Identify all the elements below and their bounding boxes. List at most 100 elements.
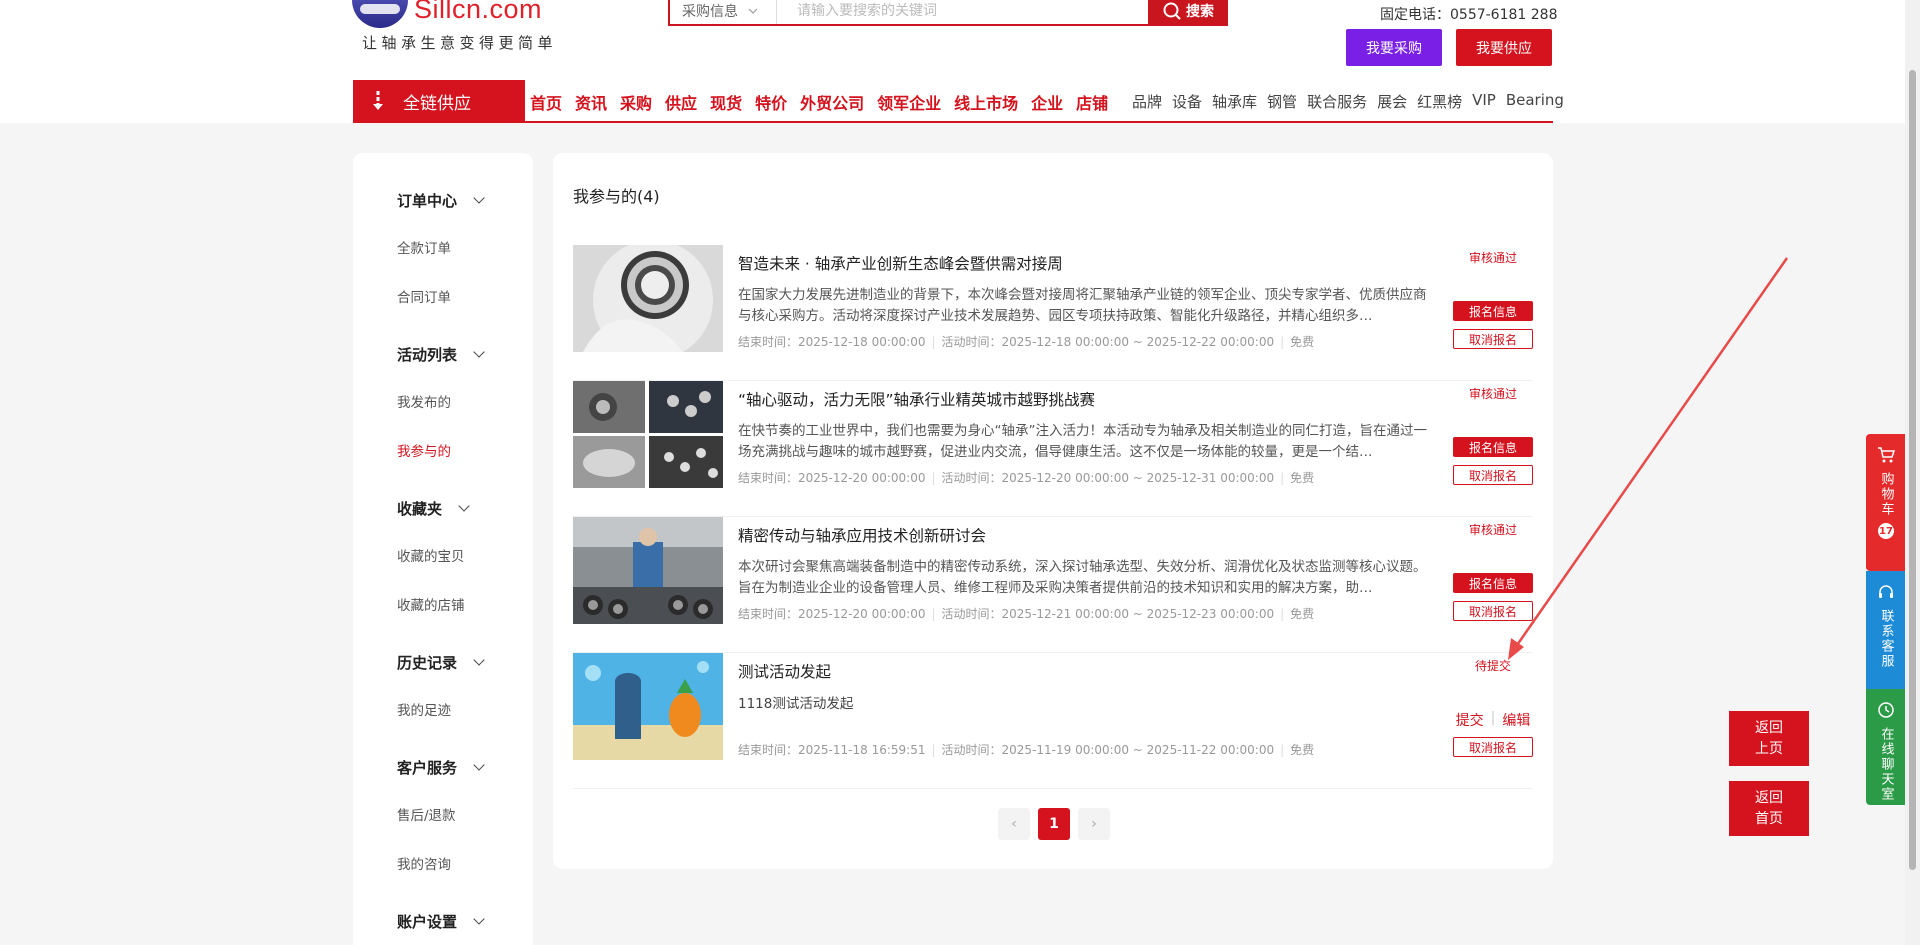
sidebar-title-account[interactable]: 账户设置: [353, 899, 533, 943]
activity-row: “轴心驱动，活力无限”轴承行业精英城市越野挑战赛 在快节奏的工业世界中，我们也需…: [573, 381, 1533, 517]
end-time-value: 2025-12-18 00:00:00: [798, 335, 926, 349]
page-scrollbar[interactable]: [1905, 0, 1920, 945]
nav-item-home[interactable]: 首页: [530, 90, 562, 114]
cancel-signup-button[interactable]: 取消报名: [1453, 601, 1533, 621]
nav-sub-bearing[interactable]: Bearing: [1506, 91, 1564, 112]
nav-sub-joint-service[interactable]: 联合服务: [1307, 91, 1367, 112]
sidebar-title-history[interactable]: 历史记录: [353, 640, 533, 684]
chat-room-button[interactable]: 在线聊天室: [1866, 689, 1906, 805]
activity-time-value: 2025-12-18 00:00:00 ~ 2025-12-22 00:00:0…: [1001, 335, 1275, 349]
nav-item-special[interactable]: 特价: [755, 90, 787, 114]
site-header: Sillcn.com 让轴承生意变得更简单 采购信息 搜索 固定电话：0557-…: [0, 0, 1920, 123]
scrollbar-thumb[interactable]: [1909, 70, 1916, 870]
back-prev-line1: 返回: [1755, 719, 1783, 736]
sidebar-item-footprint[interactable]: 我的足迹: [353, 684, 533, 733]
activity-time-label: 活动时间：: [941, 607, 1002, 621]
search-category-select[interactable]: 采购信息: [670, 0, 777, 24]
activity-title[interactable]: 测试活动发起: [738, 660, 831, 682]
cart-button[interactable]: 购物车 17: [1866, 434, 1906, 571]
cancel-signup-button[interactable]: 取消报名: [1453, 737, 1533, 757]
activity-meta: 结束时间：2025-12-20 00:00:00 | 活动时间：2025-12-21…: [738, 607, 1315, 621]
activity-thumbnail[interactable]: [573, 245, 723, 352]
activity-title[interactable]: 精密传动与轴承应用技术创新研讨会: [738, 524, 986, 546]
nav-item-leading[interactable]: 领军企业: [877, 90, 941, 114]
sidebar-title-orders[interactable]: 订单中心: [353, 178, 533, 222]
back-home-button[interactable]: 返回 首页: [1729, 781, 1809, 836]
activity-thumbnail[interactable]: [573, 653, 723, 760]
nav-sub-equipment[interactable]: 设备: [1172, 91, 1202, 112]
page-number-button[interactable]: 1: [1038, 808, 1070, 840]
nav-item-online-market[interactable]: 线上市场: [954, 90, 1018, 114]
site-slogan: 让轴承生意变得更简单: [362, 34, 558, 52]
nav-item-supply[interactable]: 供应: [665, 90, 697, 114]
next-page-button[interactable]: ›: [1078, 808, 1110, 840]
supply-button[interactable]: 我要供应: [1456, 29, 1552, 66]
sidebar-item-contract-orders[interactable]: 合同订单: [353, 271, 533, 320]
sidebar-title-favorites[interactable]: 收藏夹: [353, 486, 533, 530]
activity-meta: 结束时间：2025-12-18 00:00:00 | 活动时间：2025-12-18…: [738, 335, 1315, 349]
submit-link[interactable]: 提交: [1456, 710, 1484, 730]
fee-value: 免费: [1290, 743, 1315, 757]
fee-value: 免费: [1290, 607, 1315, 621]
sidebar-group-service: 客户服务 售后/退款 我的咨询: [353, 745, 533, 887]
search-input[interactable]: [777, 0, 1148, 24]
activity-title[interactable]: “轴心驱动，活力无限”轴承行业精英城市越野挑战赛: [738, 388, 1095, 410]
sidebar-group-orders: 订单中心 全款订单 合同订单: [353, 178, 533, 320]
search-icon: [1163, 2, 1181, 20]
prev-page-button[interactable]: ‹: [998, 808, 1030, 840]
buy-button[interactable]: 我要采购: [1346, 29, 1442, 66]
activity-time-label: 活动时间：: [941, 743, 1002, 757]
sidebar-item-published[interactable]: 我发布的: [353, 376, 533, 425]
nav-item-purchase[interactable]: 采购: [620, 90, 652, 114]
contact-phone: 固定电话：0557-6181 288: [1380, 7, 1558, 23]
edit-link[interactable]: 编辑: [1502, 710, 1530, 730]
cart-icon: [1878, 447, 1895, 463]
activity-desc: 1118测试活动发起: [738, 696, 854, 712]
sidebar-title-service[interactable]: 客户服务: [353, 745, 533, 789]
chevron-down-icon: [473, 192, 485, 204]
nav-item-stock[interactable]: 现货: [710, 90, 742, 114]
sidebar-item-participated[interactable]: 我参与的: [353, 425, 533, 474]
clock-icon: [1878, 702, 1894, 718]
activity-meta: 结束时间：2025-12-20 00:00:00 | 活动时间：2025-12-20…: [738, 471, 1315, 485]
nav-item-foreign-trade[interactable]: 外贸公司: [800, 90, 864, 114]
search-button[interactable]: 搜索: [1148, 0, 1228, 26]
nav-sub-expo[interactable]: 展会: [1377, 91, 1407, 112]
back-home-line1: 返回: [1755, 789, 1783, 806]
nav-sub-steel-pipe[interactable]: 钢管: [1267, 91, 1297, 112]
cancel-signup-button[interactable]: 取消报名: [1453, 329, 1533, 349]
nav-sub-vip[interactable]: VIP: [1472, 91, 1496, 112]
activity-row: 精密传动与轴承应用技术创新研讨会 本次研讨会聚焦高端装备制造中的精密传动系统，深…: [573, 517, 1533, 653]
activity-row: 智造未来 · 轴承产业创新生态峰会暨供需对接周 在国家大力发展先进制造业的背景下…: [573, 245, 1533, 381]
signup-info-button[interactable]: 报名信息: [1453, 301, 1533, 321]
activity-title[interactable]: 智造未来 · 轴承产业创新生态峰会暨供需对接周: [738, 252, 1063, 274]
signup-info-button[interactable]: 报名信息: [1453, 573, 1533, 593]
nav-item-shop[interactable]: 店铺: [1076, 90, 1108, 114]
sidebar-item-full-orders[interactable]: 全款订单: [353, 222, 533, 271]
customer-service-button[interactable]: 联系客服: [1866, 571, 1906, 689]
status-badge: 审核通过: [1468, 251, 1517, 265]
nav-item-enterprise[interactable]: 企业: [1031, 90, 1063, 114]
sidebar-title-activities[interactable]: 活动列表: [353, 332, 533, 376]
nav-item-news[interactable]: 资讯: [575, 90, 607, 114]
status-badge: 审核通过: [1468, 523, 1517, 537]
cancel-signup-button[interactable]: 取消报名: [1453, 465, 1533, 485]
sidebar-group-activities: 活动列表 我发布的 我参与的: [353, 332, 533, 474]
sidebar-item-refund[interactable]: 售后/退款: [353, 789, 533, 838]
activity-thumbnail[interactable]: [573, 381, 723, 488]
participated-panel: 我参与的(4) 智造未来 · 轴承产业创新生态峰会暨供需对接周 在国家大力发展先…: [553, 153, 1553, 869]
activity-thumbnail[interactable]: [573, 517, 723, 624]
sidebar-item-consult[interactable]: 我的咨询: [353, 838, 533, 887]
nav-chain-supply[interactable]: 全链供应: [353, 80, 525, 122]
nav-sub-redblack-list[interactable]: 红黑榜: [1417, 91, 1462, 112]
back-prev-button[interactable]: 返回 上页: [1729, 711, 1809, 766]
status-badge: 审核通过: [1468, 387, 1517, 401]
sidebar-item-fav-shops[interactable]: 收藏的店铺: [353, 579, 533, 628]
nav-sub-bearing-lib[interactable]: 轴承库: [1212, 91, 1257, 112]
sidebar-item-fav-products[interactable]: 收藏的宝贝: [353, 530, 533, 579]
activity-time-value: 2025-11-19 00:00:00 ~ 2025-11-22 00:00:0…: [1001, 743, 1275, 757]
nav-sub-brand[interactable]: 品牌: [1132, 91, 1162, 112]
end-time-value: 2025-12-20 00:00:00: [798, 607, 926, 621]
activity-time-value: 2025-12-21 00:00:00 ~ 2025-12-23 00:00:0…: [1001, 607, 1275, 621]
signup-info-button[interactable]: 报名信息: [1453, 437, 1533, 457]
